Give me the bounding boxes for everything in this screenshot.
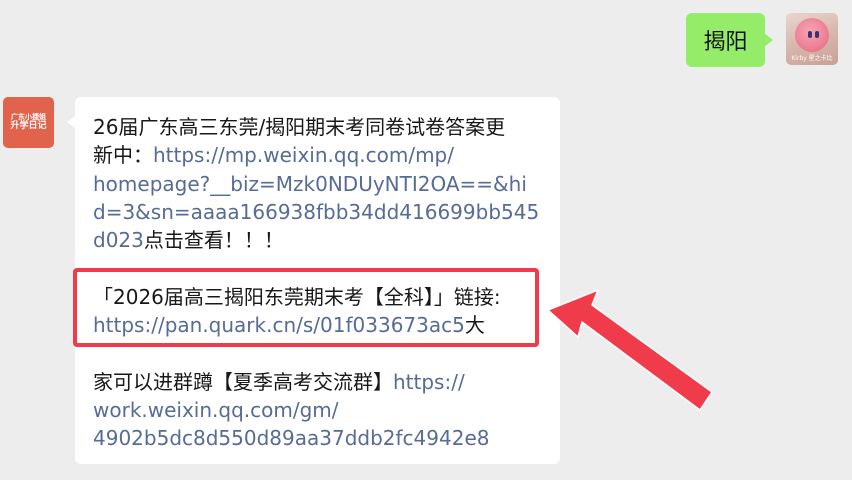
chat-window: 揭阳 Kirby 星之卡比 广东小捷姐 升学日记 26届广东高三东莞/揭阳期末考… — [0, 0, 852, 480]
red-arrow-icon — [547, 289, 713, 411]
